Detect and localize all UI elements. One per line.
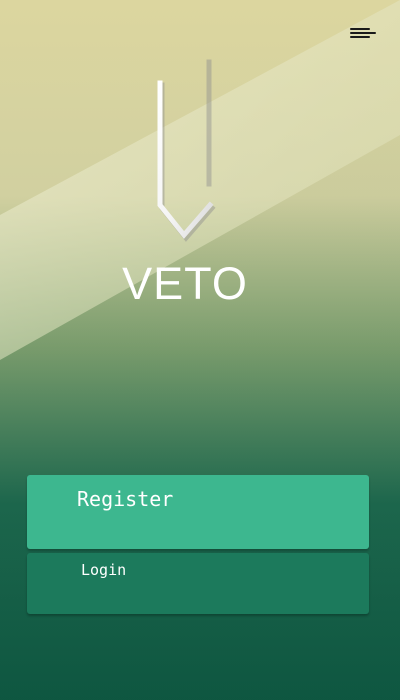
app-title: VETO [122, 258, 248, 309]
splash-screen: VETO Register Login [0, 0, 400, 700]
menu-line-middle [350, 32, 376, 34]
login-button[interactable]: Login [27, 553, 369, 614]
register-button[interactable]: Register [27, 475, 369, 549]
menu-line-bottom [350, 36, 370, 38]
menu-button[interactable] [344, 24, 380, 48]
arrow-down-icon [157, 57, 216, 242]
login-label: Login [81, 561, 127, 579]
register-label: Register [77, 487, 174, 511]
menu-line-top [350, 28, 370, 30]
